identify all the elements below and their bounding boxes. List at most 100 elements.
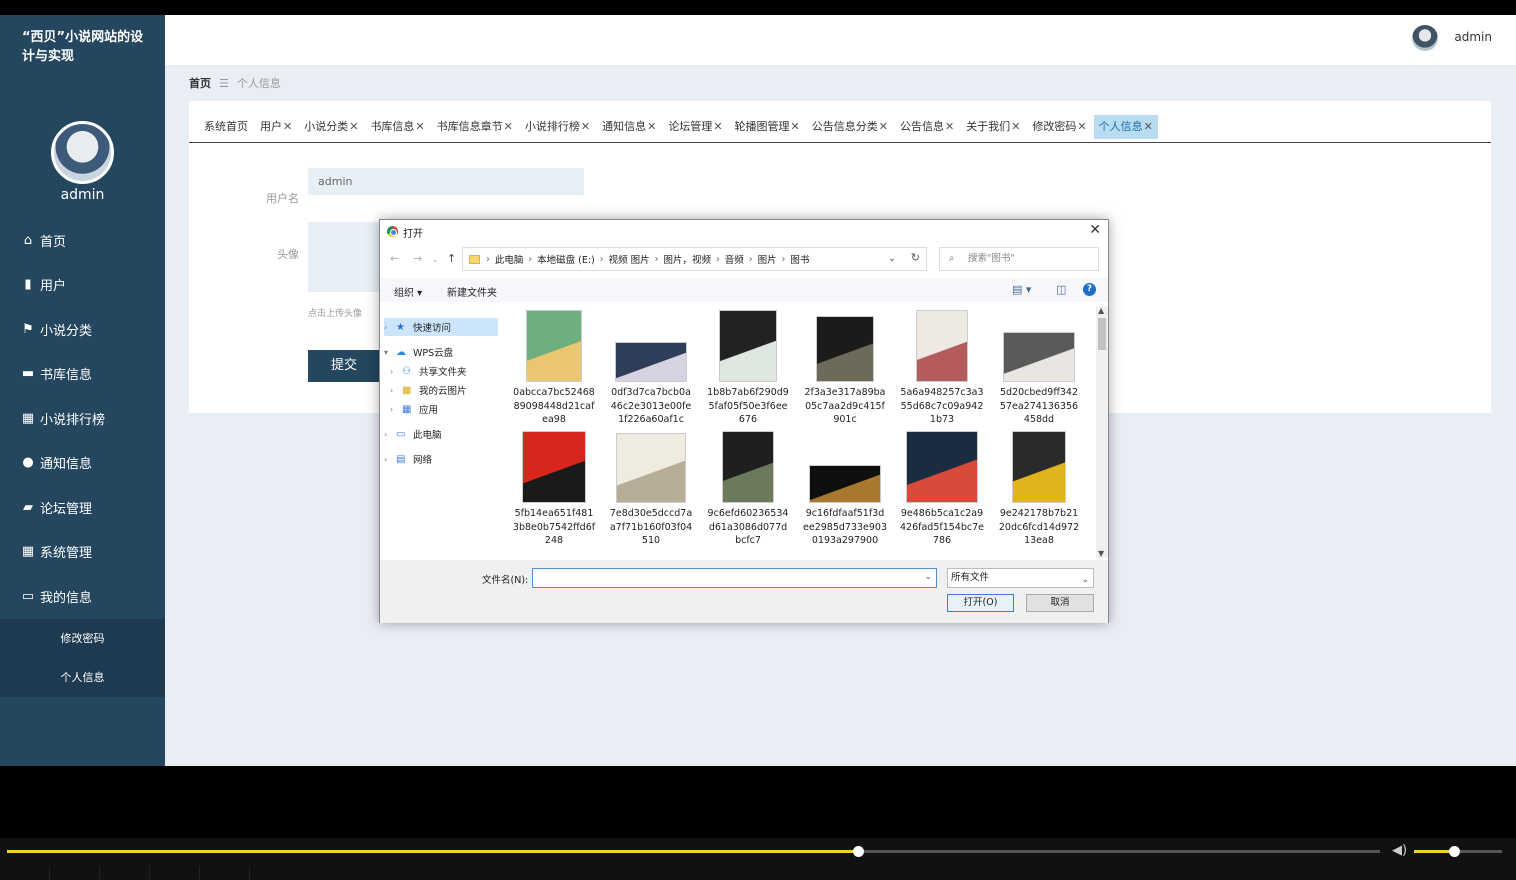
username-input[interactable]: admin [308, 168, 584, 195]
tab-3[interactable]: 书库信息✕ [365, 115, 429, 139]
close-icon[interactable]: ✕ [879, 120, 888, 133]
close-icon[interactable]: ✕ [1077, 120, 1086, 133]
sidebar-item-4[interactable]: ▦ 小说排行榜 [0, 396, 165, 441]
sidebar-item-3[interactable]: ▬ 书库信息 [0, 352, 165, 397]
tree-item[interactable]: › ▭ 此电脑 [384, 425, 442, 443]
sidebar-item-7[interactable]: ▦ 系统管理 [0, 530, 165, 575]
file-item[interactable]: 7e8d30e5dccd7aa7f71b160f03f04510 [603, 431, 699, 548]
scroll-thumb[interactable] [1098, 318, 1106, 350]
tab-2[interactable]: 小说分类✕ [299, 115, 363, 139]
path-segment[interactable]: 音频 [725, 252, 744, 266]
address-bar[interactable]: › 此电脑 › 本地磁盘 (E:) › 视频 图片 › 图片，视频 › 音频 › 图片 › 图书 ⌄ ↻ [462, 247, 927, 271]
tab-10[interactable]: 公告信息✕ [895, 115, 959, 139]
file-item[interactable]: 0abcca7bc5246889098448d21cafea98 [506, 310, 602, 427]
scroll-down-icon[interactable]: ▼ [1098, 549, 1104, 558]
tree-item[interactable]: › ▦ 应用 [390, 400, 438, 418]
volume-slider[interactable] [1414, 846, 1502, 857]
control-slot[interactable] [150, 866, 200, 880]
search-input[interactable]: ⌕ 搜索"图书" [939, 247, 1099, 271]
control-slot[interactable] [100, 866, 150, 880]
close-icon[interactable]: ✕ [415, 120, 424, 133]
path-segment[interactable]: 图书 [790, 252, 809, 266]
file-scrollbar[interactable]: ▲ ▼ [1096, 306, 1108, 558]
cancel-button[interactable]: 取消 [1026, 594, 1094, 612]
tab-4[interactable]: 书库信息章节✕ [432, 115, 518, 139]
chevron-down-icon[interactable]: ▾ [384, 348, 396, 357]
tab-5[interactable]: 小说排行榜✕ [520, 115, 595, 139]
close-icon[interactable]: ✕ [791, 120, 800, 133]
new-folder-button[interactable]: 新建文件夹 [447, 284, 497, 299]
close-icon[interactable]: ✕ [1089, 222, 1101, 238]
path-segment[interactable]: 此电脑 [495, 252, 524, 266]
submit-button[interactable]: 提交 [308, 350, 380, 382]
close-icon[interactable]: ✕ [283, 120, 292, 133]
chevron-down-icon[interactable]: ⌄ [888, 253, 896, 264]
volume-icon[interactable]: ◀) [1392, 843, 1407, 858]
close-icon[interactable]: ✕ [581, 120, 590, 133]
path-segment[interactable]: 本地磁盘 (E:) [537, 252, 595, 266]
tree-item[interactable]: › ■ 我的云图片 [390, 381, 467, 399]
file-item[interactable]: 5d20cbed9ff34257ea274136356458dd [991, 310, 1087, 427]
tab-6[interactable]: 通知信息✕ [597, 115, 661, 139]
scroll-up-icon[interactable]: ▲ [1098, 306, 1104, 315]
tab-0[interactable]: 系统首页 [199, 115, 253, 139]
close-icon[interactable]: ✕ [647, 120, 656, 133]
file-item[interactable]: 1b8b7ab6f290d95faf05f50e3f6ee676 [700, 310, 796, 427]
file-item[interactable]: 9c6efd60236534d61a3086d077dbcfc7 [700, 431, 796, 548]
file-item[interactable]: 0df3d7ca7bcb0a46c2e3013e00fe1f226a60af1c [603, 310, 699, 427]
close-icon[interactable]: ✕ [504, 120, 513, 133]
progress-knob[interactable] [853, 846, 865, 857]
path-segment[interactable]: 图片 [758, 252, 777, 266]
chevron-down-icon[interactable]: ⌄ [924, 572, 932, 582]
organize-button[interactable]: 组织 ▾ [394, 284, 422, 299]
sidebar-item-6[interactable]: ▰ 论坛管理 [0, 485, 165, 530]
sidebar-item-0[interactable]: ⌂ 首页 [0, 218, 165, 263]
tab-8[interactable]: 轮播图管理✕ [730, 115, 805, 139]
chevron-right-icon[interactable]: › [390, 386, 402, 395]
chevron-right-icon[interactable]: › [390, 405, 402, 414]
up-icon[interactable]: ↑ [447, 252, 456, 265]
view-options-icon[interactable]: ▤ ▾ [1012, 283, 1031, 296]
tab-1[interactable]: 用户✕ [255, 115, 297, 139]
chevron-right-icon[interactable]: › [384, 455, 396, 464]
file-item[interactable]: 9c16fdfaaf51f3dee2985d733e9030193a297900 [797, 431, 893, 548]
progress-bar[interactable] [7, 846, 1380, 857]
control-slot[interactable] [0, 866, 50, 880]
volume-knob[interactable] [1448, 846, 1460, 857]
open-button[interactable]: 打开(O) [947, 594, 1014, 612]
file-item[interactable]: 5a6a948257c3a355d68c7c09a9421b73 [894, 310, 990, 427]
path-segment[interactable]: 图片，视频 [663, 252, 711, 266]
submenu-item-1[interactable]: 个人信息 [0, 658, 165, 697]
path-segment[interactable]: 视频 图片 [609, 252, 650, 266]
sidebar-item-1[interactable]: ▮ 用户 [0, 263, 165, 308]
refresh-icon[interactable]: ↻ [911, 251, 920, 264]
tab-12[interactable]: 修改密码✕ [1027, 115, 1091, 139]
submenu-item-0[interactable]: 修改密码 [0, 619, 165, 658]
chevron-right-icon[interactable]: › [384, 430, 396, 439]
tab-13[interactable]: 个人信息✕ [1093, 115, 1158, 139]
chevron-right-icon[interactable]: › [384, 323, 396, 332]
tree-item[interactable]: › ⚇ 共享文件夹 [390, 362, 467, 380]
file-item[interactable]: 9e486b5ca1c2a9426fad5f154bc7e786 [894, 431, 990, 548]
tab-11[interactable]: 关于我们✕ [961, 115, 1025, 139]
sidebar-item-5[interactable]: ● 通知信息 [0, 441, 165, 486]
file-type-select[interactable]: 所有文件 ⌄ [947, 568, 1094, 588]
tree-item[interactable]: › ★ 快速访问 [384, 318, 498, 336]
tree-item[interactable]: ▾ ☁ WPS云盘 [384, 343, 453, 361]
close-icon[interactable]: ✕ [1144, 120, 1153, 133]
file-item[interactable]: 2f3a3e317a89ba05c7aa2d9c415f901c [797, 310, 893, 427]
control-slot[interactable] [50, 866, 100, 880]
tab-7[interactable]: 论坛管理✕ [663, 115, 727, 139]
close-icon[interactable]: ✕ [349, 120, 358, 133]
breadcrumb-home[interactable]: 首页 [189, 77, 211, 90]
tab-9[interactable]: 公告信息分类✕ [807, 115, 893, 139]
chevron-right-icon[interactable]: › [390, 367, 402, 376]
preview-pane-icon[interactable]: ◫ [1056, 283, 1066, 296]
help-icon[interactable]: ? [1083, 283, 1096, 296]
file-item[interactable]: 9e242178b7b2120dc6fcd14d97213ea8 [991, 431, 1087, 548]
back-icon[interactable]: ← [390, 252, 399, 265]
filename-input[interactable]: ⌄ [532, 568, 937, 588]
sidebar-item-2[interactable]: ⚑ 小说分类 [0, 307, 165, 352]
close-icon[interactable]: ✕ [1011, 120, 1020, 133]
tree-item[interactable]: › ▤ 网络 [384, 450, 432, 468]
